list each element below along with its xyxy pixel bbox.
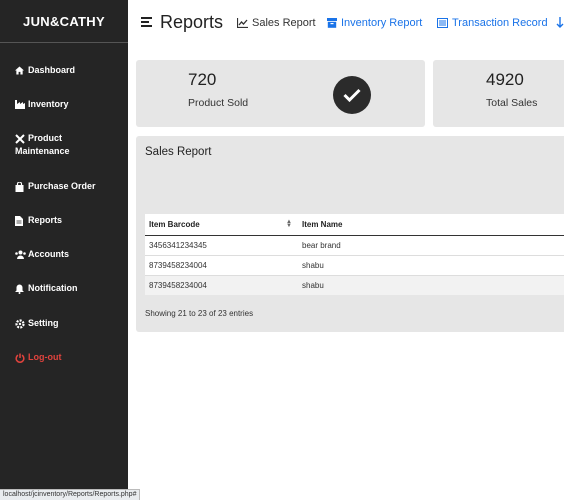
bell-icon [15,282,28,295]
sidebar-item-dashboard[interactable]: Dashboard [15,64,75,77]
stat-label: Product Sold [188,97,249,109]
sidebar-item-label: Log-out [28,352,62,362]
sidebar-item-label: Setting [28,318,59,328]
users-icon [15,248,28,261]
list-icon [437,18,448,28]
sidebar-item-inventory[interactable]: Inventory [15,98,69,111]
shopping-bag-icon [15,180,28,193]
box-icon [327,18,337,28]
check-circle-icon [333,76,371,114]
sales-report-panel: Sales Report Item Barcode ▲ ▼ Item Name 3… [136,136,564,332]
table-row[interactable]: 8739458234004 shabu [145,274,564,295]
power-icon [15,351,28,364]
top-header: Reports Sales Report Inventory Report Tr… [128,0,564,46]
stat-value: 4920 [486,70,524,89]
cell-item-name: bear brand [298,234,564,255]
table-row[interactable]: 3456341234345 bear brand [145,234,564,255]
table-row[interactable]: 8739458234004 shabu [145,254,564,275]
nav-link-sales-report[interactable]: Sales Report [237,17,316,29]
nav-link-transaction-record[interactable]: Transaction Record [437,17,548,29]
panel-title: Sales Report [145,146,212,158]
stat-card-product-sold: 720 Product Sold [136,60,425,127]
cell-barcode: 3456341234345 [145,234,298,255]
cell-barcode: 8739458234004 [145,274,298,295]
sidebar-item-label: Purchase Order [28,181,96,191]
sidebar-item-label: Inventory [28,99,69,109]
gear-icon [15,317,28,330]
sort-icon: ▲ ▼ [286,219,292,229]
cell-barcode: 8739458234004 [145,254,298,275]
sidebar-item-accounts[interactable]: Accounts [15,248,69,261]
stat-label: Total Sales [486,97,538,109]
menu-toggle-icon[interactable] [141,17,152,29]
sidebar-item-notification[interactable]: Notification [15,282,78,295]
sidebar-item-reports[interactable]: Reports [15,214,62,227]
browser-status-bar: localhost/jcinventory/Reports/Reports.ph… [0,489,141,500]
nav-link-inventory-report[interactable]: Inventory Report [327,17,422,29]
sidebar-item-setting[interactable]: Setting [15,317,59,330]
column-header-barcode[interactable]: Item Barcode ▲ ▼ [145,214,298,236]
page-title: Reports [160,12,224,32]
more-nav-arrow-icon[interactable] [556,17,564,28]
file-icon [15,214,28,227]
sidebar-item-logout[interactable]: Log-out [15,351,61,364]
sidebar-item-label: Reports [28,215,63,225]
brand-logo[interactable]: JUN&CATHY [0,0,128,43]
sidebar-item-label: Notification [28,283,78,293]
cell-item-name: shabu [298,254,564,275]
sidebar: JUN&CATHY Dashboard Inventory Product Ma… [0,0,128,500]
sidebar-item-purchase-order[interactable]: Purchase Order [15,180,96,193]
sidebar-item-label: Product [28,133,63,143]
industry-icon [15,98,28,111]
table-info: Showing 21 to 23 of 23 entries [145,309,254,318]
column-header-item-name[interactable]: Item Name [298,214,564,236]
sidebar-item-label: Accounts [28,249,70,259]
cell-item-name: shabu [298,274,564,295]
stat-value: 720 [188,70,217,89]
stat-card-total-sales: 4920 Total Sales [433,60,564,127]
tools-icon [15,132,28,145]
line-chart-icon [237,18,248,28]
sidebar-item-label-cont: Maintenance [15,146,70,156]
sidebar-item-label: Dashboard [28,65,76,75]
home-icon [15,64,28,77]
sidebar-item-product-maintenance[interactable]: Product Maintenance [15,132,70,158]
sales-report-table: Item Barcode ▲ ▼ Item Name 3456341234345 … [145,214,564,295]
